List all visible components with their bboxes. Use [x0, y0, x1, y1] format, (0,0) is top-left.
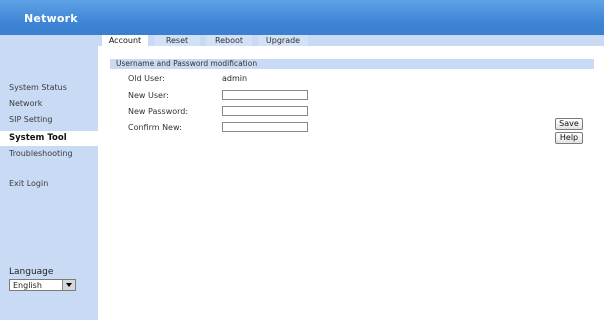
- section-title: Username and Password modification: [116, 59, 258, 68]
- tab-account[interactable]: Account: [102, 35, 148, 46]
- tab-upgrade[interactable]: Upgrade: [258, 35, 308, 46]
- language-label: Language: [9, 267, 54, 277]
- old-user-value: admin: [222, 74, 248, 83]
- main-panel: [98, 46, 604, 320]
- confirm-new-label: Confirm New:: [128, 123, 182, 132]
- save-button[interactable]: Save: [555, 118, 583, 130]
- sidebar-item-system-tool[interactable]: System Tool: [0, 131, 98, 146]
- new-user-label: New User:: [128, 91, 169, 100]
- sidebar-item-system-status[interactable]: System Status: [9, 83, 67, 92]
- sidebar-item-label: System Tool: [9, 133, 67, 143]
- section-header: Username and Password modification: [110, 59, 594, 69]
- new-password-input[interactable]: [222, 106, 308, 116]
- sidebar: System Status Network SIP Setting System…: [0, 46, 98, 320]
- help-button[interactable]: Help: [555, 132, 583, 144]
- brand-title: Network: [24, 12, 78, 25]
- sidebar-item-sip-setting[interactable]: SIP Setting: [9, 115, 52, 124]
- chevron-down-icon[interactable]: [62, 280, 75, 290]
- confirm-new-input[interactable]: [222, 122, 308, 132]
- tab-reboot[interactable]: Reboot: [206, 35, 252, 46]
- language-select[interactable]: English: [9, 279, 76, 291]
- sidebar-item-network[interactable]: Network: [9, 99, 42, 108]
- sidebar-item-troubleshooting[interactable]: Troubleshooting: [9, 149, 73, 158]
- old-user-label: Old User:: [128, 74, 165, 83]
- top-banner: Network: [0, 0, 604, 35]
- language-select-value: English: [13, 281, 42, 290]
- tab-reset[interactable]: Reset: [154, 35, 200, 46]
- sidebar-item-exit-login[interactable]: Exit Login: [9, 179, 48, 188]
- new-password-label: New Password:: [128, 107, 189, 116]
- new-user-input[interactable]: [222, 90, 308, 100]
